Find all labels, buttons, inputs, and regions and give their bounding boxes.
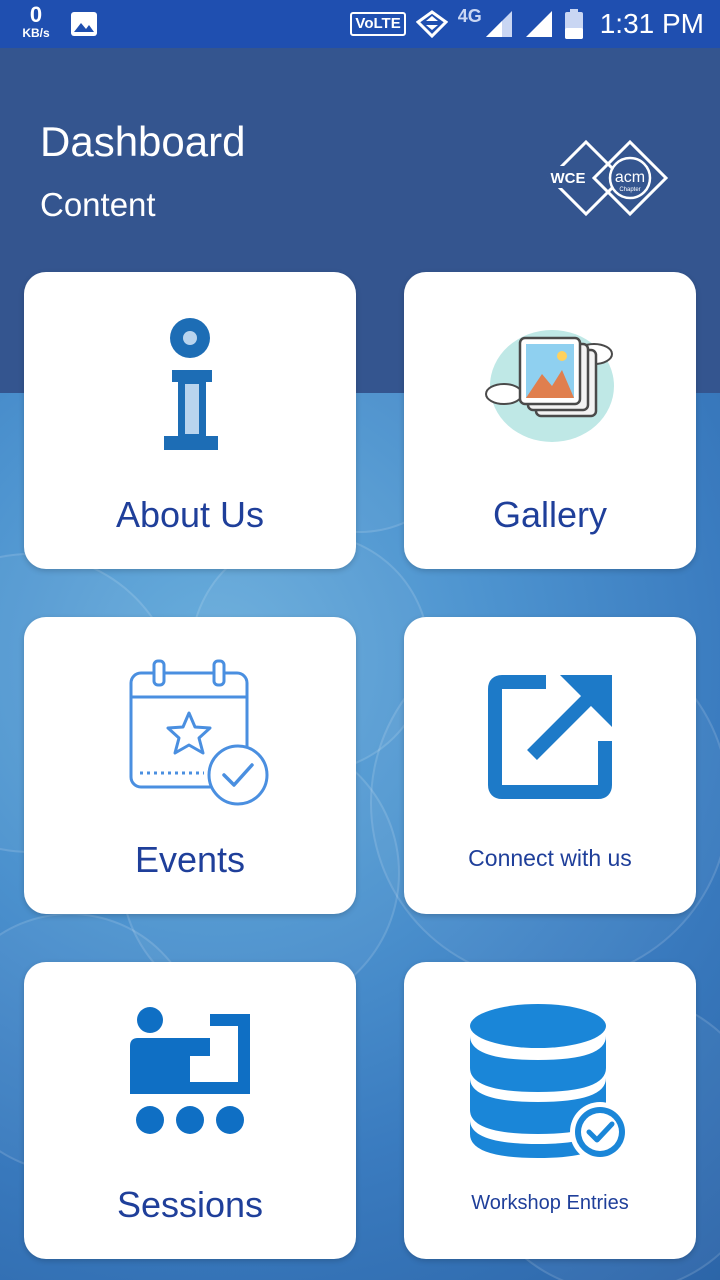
logo-text-wce: WCE xyxy=(551,170,586,187)
signal-icon-sim2 xyxy=(525,11,552,37)
card-label: Connect with us xyxy=(468,845,632,871)
status-bar: 0 KB/s VoLTE 4G 1:31 PM xyxy=(0,0,720,48)
network-speed: 0 KB/s xyxy=(18,2,54,40)
data-transfer-icon xyxy=(415,10,448,38)
page-subtitle: Content xyxy=(40,186,156,223)
network-speed-value: 0 xyxy=(29,2,43,27)
info-icon xyxy=(164,318,218,450)
card-workshop-entries[interactable]: Workshop Entries xyxy=(404,962,696,1259)
logo-text-chapter: Chapter xyxy=(619,187,640,193)
card-gallery[interactable]: Gallery xyxy=(404,272,696,569)
card-connect-with-us[interactable]: Connect with us xyxy=(404,617,696,914)
clock: 1:31 PM xyxy=(599,8,704,39)
signal-icon-sim1 xyxy=(485,11,512,37)
battery-icon xyxy=(564,9,583,39)
presentation-icon xyxy=(130,1007,250,1134)
card-label: Events xyxy=(134,839,246,880)
external-link-icon xyxy=(488,675,612,799)
card-events[interactable]: Events xyxy=(24,617,356,914)
calendar-event-icon xyxy=(129,659,269,806)
card-label: About Us xyxy=(115,494,265,535)
wce-acm-logo: WCE acm Chapter xyxy=(547,139,669,217)
volte-badge: VoLTE xyxy=(350,12,406,36)
card-sessions[interactable]: Sessions xyxy=(24,962,356,1259)
card-label: Workshop Entries xyxy=(471,1192,629,1214)
network-type: 4G xyxy=(457,5,482,26)
network-speed-unit: KB/s xyxy=(22,26,50,40)
gallery-icon xyxy=(485,330,614,442)
image-notification-icon xyxy=(71,12,97,36)
logo-text-acm: acm xyxy=(615,169,645,186)
card-about-us[interactable]: About Us xyxy=(24,272,356,569)
card-label: Sessions xyxy=(116,1184,264,1225)
database-check-icon xyxy=(470,1004,630,1162)
card-label: Gallery xyxy=(492,494,608,535)
page-title: Dashboard xyxy=(40,118,246,165)
